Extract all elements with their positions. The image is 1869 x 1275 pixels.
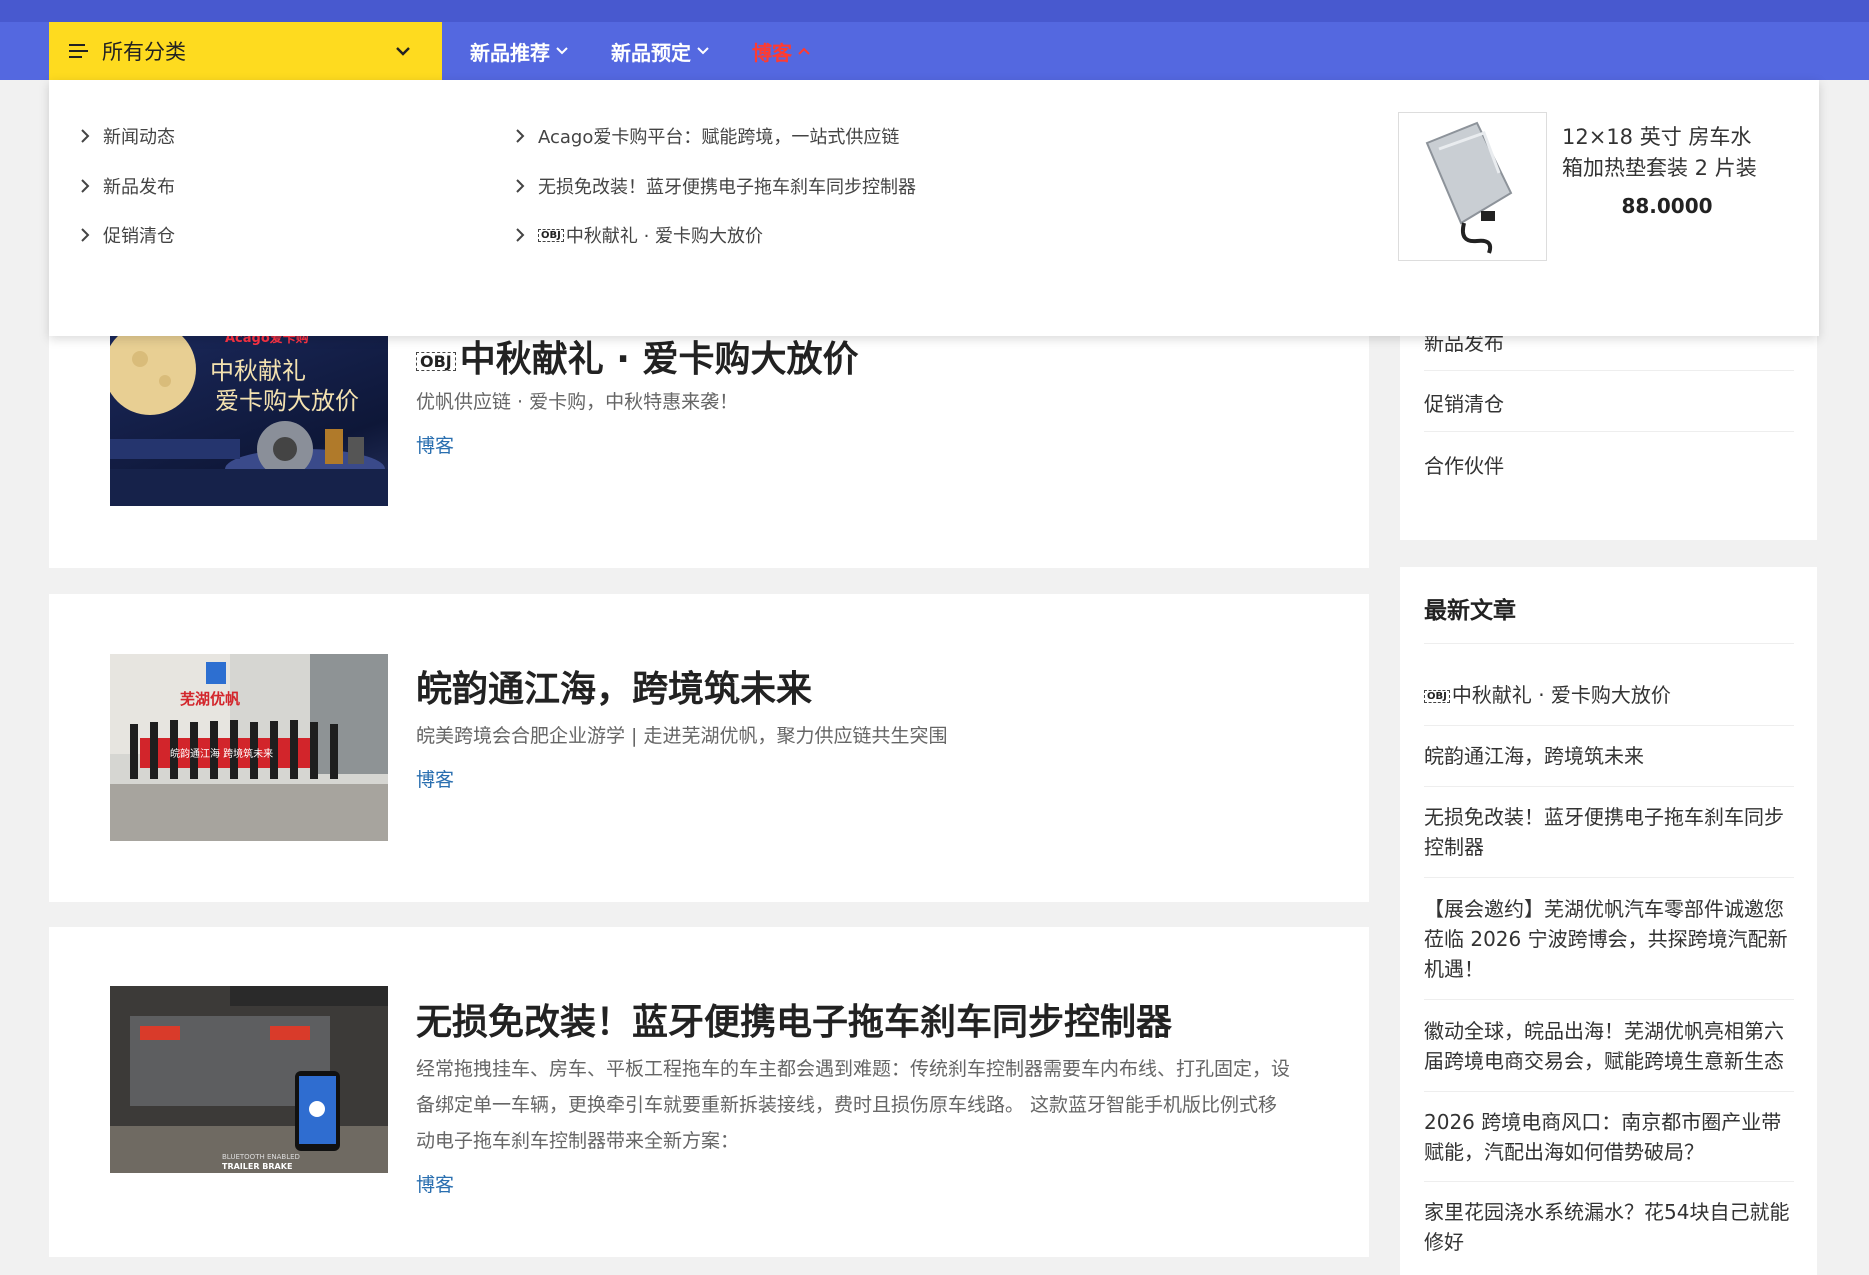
obj-placeholder-glyph: OBJ (538, 228, 564, 242)
main-navbar: 所有分类 新品推荐 新品预定 博客 (0, 22, 1869, 80)
menu-item-label: 促销清仓 (103, 226, 175, 247)
menu-post-link[interactable]: 无损免改装！蓝牙便携电子拖车刹车同步控制器 (514, 173, 916, 199)
divider (1424, 643, 1794, 644)
all-categories-button[interactable]: 所有分类 (49, 22, 442, 80)
recent-post-link[interactable]: 【展会邀约】芜湖优帆汽车零部件诚邀您莅临 2026 宁波跨博会，共探跨境汽配新机… (1424, 894, 1794, 984)
categories-mega-menu: 新闻动态 新品发布 促销清仓 Acago爱卡购平台：赋能跨境，一站式供应链 无损… (49, 80, 1819, 336)
post-excerpt-1: 优帆供应链 · 爱卡购，中秋特惠来袭！ (416, 391, 739, 413)
post-thumbnail[interactable]: Acago爱卡购 中秋献礼 爱卡购大放价 (110, 319, 388, 506)
nav-preorder[interactable]: 新品预定 (611, 22, 711, 80)
recent-post-link[interactable]: 徽动全球，皖品出海！芜湖优帆亮相第六届跨境电商交易会，赋能跨境生意新生态 (1424, 1016, 1794, 1076)
divider (1424, 1181, 1794, 1182)
nav-label: 博客 (752, 40, 792, 65)
sidebar-category-clearance[interactable]: 促销清仓 (1424, 388, 1504, 417)
recent-post-link[interactable]: OBJ 中秋献礼 · 爱卡购大放价 (1424, 680, 1794, 710)
heating-pad-image (1399, 113, 1546, 260)
sidebar-category-partners[interactable]: 合作伙伴 (1424, 450, 1504, 479)
divider (1424, 999, 1794, 1000)
recent-post-link[interactable]: 家里花园浇水系统漏水？花54块自己就能修好 (1424, 1197, 1794, 1257)
post-title-1[interactable]: OBJ 中秋献礼 · 爱卡购大放价 (416, 330, 859, 382)
divider (1424, 370, 1794, 371)
obj-placeholder-glyph: OBJ (416, 351, 456, 371)
menu-item-label: 中秋献礼 · 爱卡购大放价 (565, 226, 764, 247)
divider (1424, 1091, 1794, 1092)
menu-item-label: 新品发布 (103, 177, 175, 198)
divider (1424, 786, 1794, 787)
post-title-2[interactable]: 皖韵通江海，跨境筑未来 (416, 660, 812, 712)
chevron-right-icon (516, 129, 525, 143)
thumb-caption-2: TRAILER BRAKE (222, 1162, 293, 1171)
post-excerpt-2: 皖美跨境会合肥企业游学 | 走进芜湖优帆，聚力供应链共生突围 (416, 725, 948, 747)
chevron-right-icon (81, 179, 90, 193)
post-card: 芜湖优帆 皖韵通江海 跨境筑未来 皖韵通江海，跨境筑未来 皖美跨境会合肥企业游学… (49, 594, 1369, 902)
post-thumbnail[interactable]: 芜湖优帆 皖韵通江海 跨境筑未来 (110, 654, 388, 841)
top-strip (0, 0, 1869, 22)
recent-post-link[interactable]: 皖韵通江海，跨境筑未来 (1424, 741, 1794, 771)
menu-post-link[interactable]: OBJ 中秋献礼 · 爱卡购大放价 (514, 222, 763, 248)
sidebar-recent-posts-widget: 最新文章 OBJ 中秋献礼 · 爱卡购大放价 皖韵通江海，跨境筑未来 无损免改装！… (1400, 567, 1817, 1275)
chevron-right-icon (516, 228, 525, 242)
post-category-link[interactable]: 博客 (416, 1170, 454, 1197)
nav-new-products[interactable]: 新品推荐 (470, 22, 570, 80)
all-categories-label: 所有分类 (102, 40, 186, 64)
menu-item-label: Acago爱卡购平台：赋能跨境，一站式供应链 (538, 127, 900, 148)
thumb-sign-text: 芜湖优帆 (180, 690, 241, 708)
trailer-brake-image (110, 986, 388, 1173)
thumb-caption-1: BLUETOOTH ENABLED (222, 1153, 300, 1161)
chevron-right-icon (516, 179, 525, 193)
nav-label: 新品推荐 (470, 40, 550, 65)
chevron-down-icon (556, 47, 568, 55)
chevron-down-icon (697, 47, 709, 55)
thumb-headline-2: 爱卡购大放价 (215, 387, 359, 415)
chevron-down-icon (396, 47, 410, 56)
chevron-right-icon (81, 129, 90, 143)
post-card: BLUETOOTH ENABLED TRAILER BRAKE 无损免改装！蓝牙… (49, 927, 1369, 1257)
divider (1424, 431, 1794, 432)
post-category-link[interactable]: 博客 (416, 431, 454, 458)
obj-placeholder-glyph: OBJ (1424, 690, 1450, 703)
menu-icon (69, 43, 88, 59)
post-category-link[interactable]: 博客 (416, 765, 454, 792)
recent-post-link[interactable]: 无损免改装！蓝牙便携电子拖车刹车同步控制器 (1424, 802, 1794, 862)
menu-item-label: 新闻动态 (103, 127, 175, 148)
menu-item-new-release[interactable]: 新品发布 (79, 173, 175, 199)
post-thumbnail[interactable]: BLUETOOTH ENABLED TRAILER BRAKE (110, 986, 388, 1173)
recent-posts-title: 最新文章 (1424, 598, 1516, 624)
menu-item-news[interactable]: 新闻动态 (79, 123, 175, 149)
chevron-right-icon (81, 228, 90, 242)
post-excerpt-3: 经常拖拽挂车、房车、平板工程拖车的车主都会遇到难题：传统刹车控制器需要车内布线、… (416, 1058, 1291, 1152)
chevron-up-icon (798, 47, 810, 55)
menu-post-link[interactable]: Acago爱卡购平台：赋能跨境，一站式供应链 (514, 123, 899, 149)
divider (1424, 877, 1794, 878)
post-title-text: 中秋献礼 · 爱卡购大放价 (459, 339, 859, 380)
featured-product-price: 88.0000 (1621, 194, 1713, 218)
recent-post-text: 中秋献礼 · 爱卡购大放价 (1451, 683, 1671, 707)
nav-blog[interactable]: 博客 (752, 22, 812, 80)
menu-item-clearance[interactable]: 促销清仓 (79, 222, 175, 248)
featured-product-image[interactable] (1398, 112, 1547, 261)
menu-item-label: 无损免改装！蓝牙便携电子拖车刹车同步控制器 (538, 177, 916, 198)
thumb-banner-text: 皖韵通江海 跨境筑未来 (170, 749, 274, 760)
recent-post-link[interactable]: 2026 跨境电商风口：南京都市圈产业带赋能，汽配出海如何借势破局？ (1424, 1107, 1794, 1167)
nav-label: 新品预定 (611, 40, 691, 65)
divider (1424, 725, 1794, 726)
post-title-3[interactable]: 无损免改装！蓝牙便携电子拖车刹车同步控制器 (416, 993, 1172, 1045)
featured-product-name[interactable]: 12×18 英寸 房车水箱加热垫套装 2 片装 (1562, 122, 1772, 184)
